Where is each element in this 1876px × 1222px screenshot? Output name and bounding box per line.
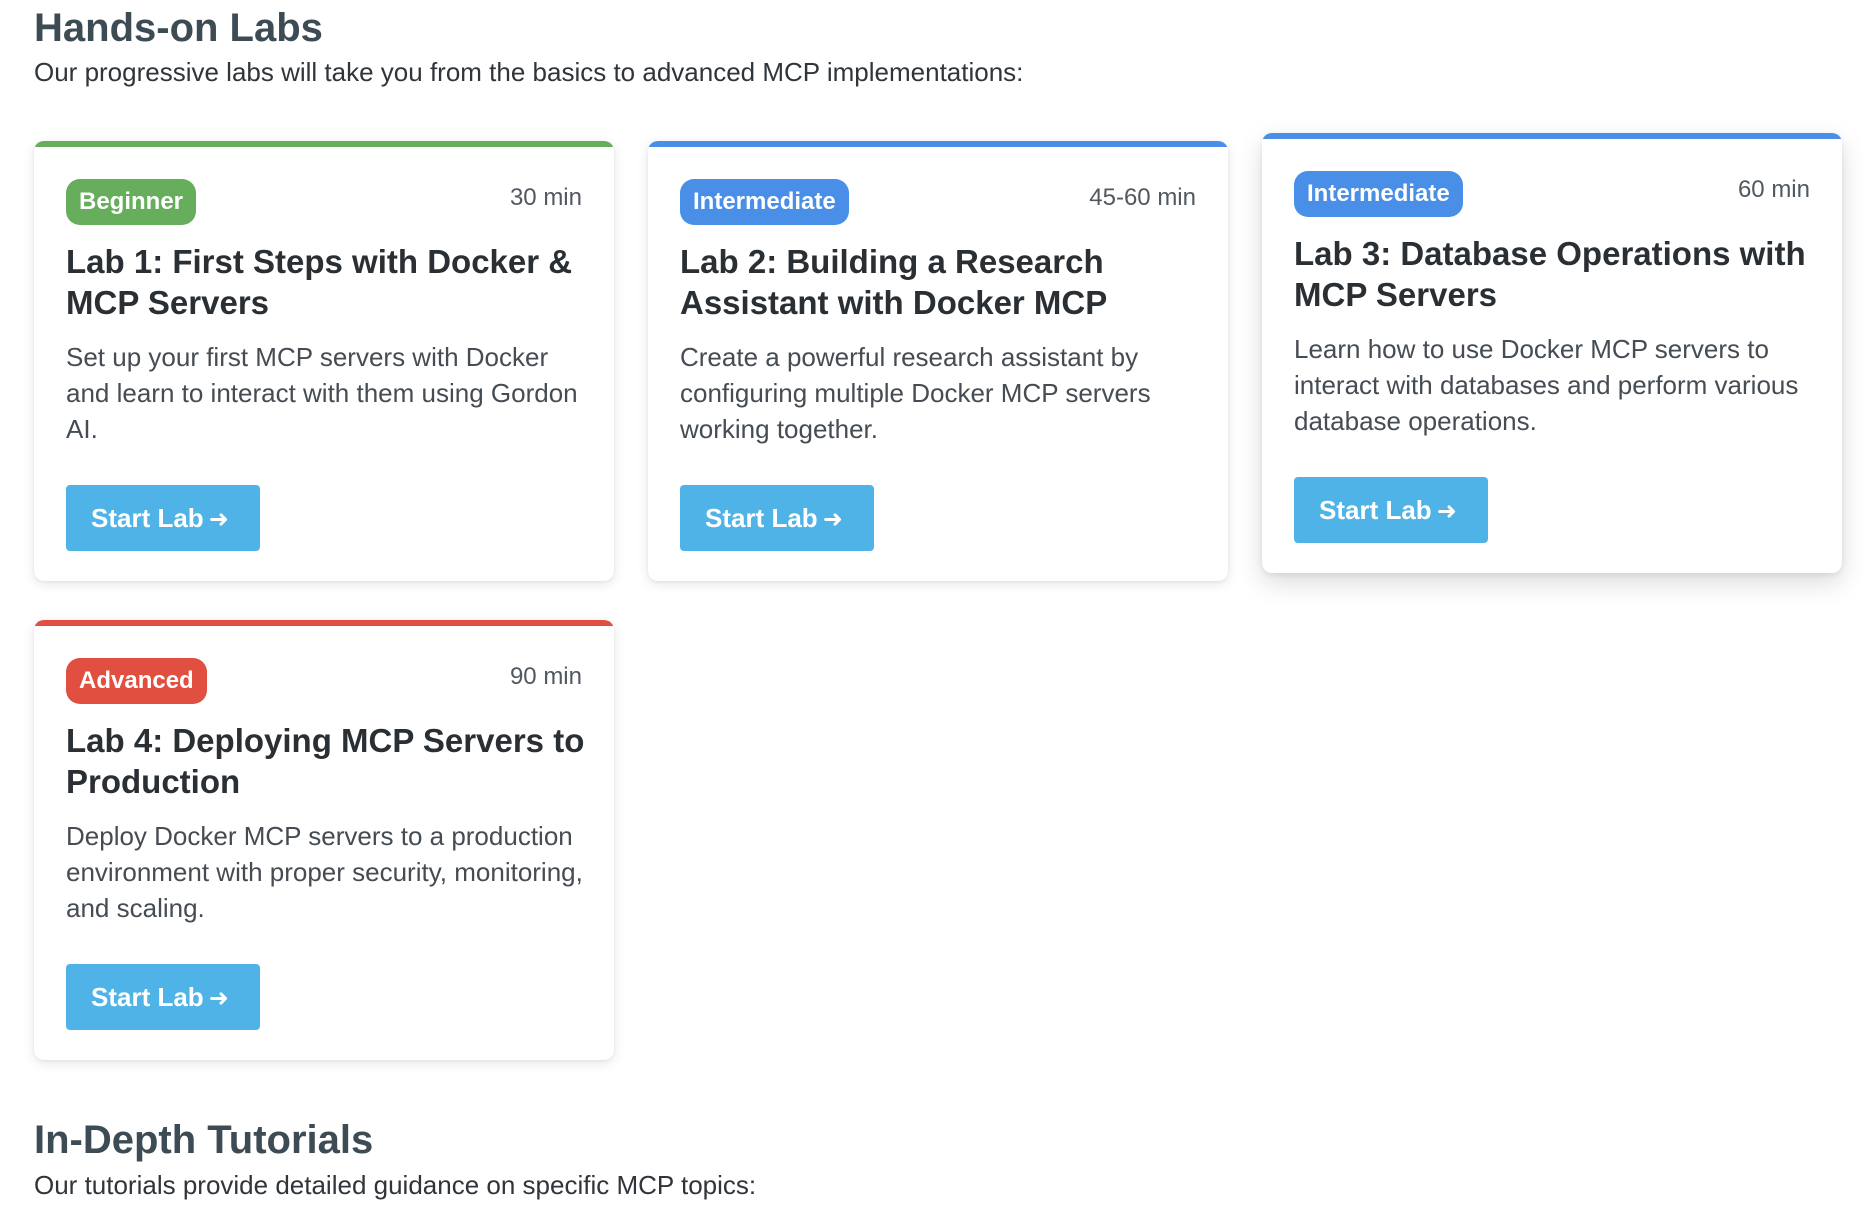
lab-title: Lab 3: Database Operations with MCP Serv… xyxy=(1294,235,1806,313)
start-lab-label: Start Lab xyxy=(91,502,204,533)
start-lab-button[interactable]: Start Lab ➜ xyxy=(66,485,260,551)
start-lab-label: Start Lab xyxy=(91,981,204,1012)
start-lab-label: Start Lab xyxy=(1319,494,1432,525)
level-badge: Advanced xyxy=(66,658,207,704)
lab-card-accent-bar xyxy=(648,141,1228,147)
labs-section-title: Hands-on Labs xyxy=(34,6,323,50)
arrow-right-icon: ➜ xyxy=(1436,496,1457,525)
lab-duration: 60 min xyxy=(1737,176,1810,203)
lab-card-4: Advanced 90 min Lab 4: Deploying MCP Ser… xyxy=(34,620,614,1060)
tutorials-section-title: In-Depth Tutorials xyxy=(34,1118,374,1162)
level-badge: Intermediate xyxy=(680,179,849,225)
lab-description: Deploy Docker MCP servers to a productio… xyxy=(66,821,583,923)
lab-title: Lab 2: Building a Research Assistant wit… xyxy=(680,243,1108,321)
lab-duration: 30 min xyxy=(509,184,582,211)
lab-title: Lab 1: First Steps with Docker & MCP Ser… xyxy=(66,243,573,321)
lab-description: Set up your first MCP servers with Docke… xyxy=(66,342,578,444)
arrow-right-icon: ➜ xyxy=(822,504,843,533)
start-lab-label: Start Lab xyxy=(705,502,818,533)
start-lab-button[interactable]: Start Lab ➜ xyxy=(66,964,260,1030)
lab-description: Create a powerful research assistant by … xyxy=(680,342,1151,444)
level-badge: Intermediate xyxy=(1294,171,1463,217)
lab-card-accent-bar xyxy=(34,620,614,626)
lab-card-accent-bar xyxy=(34,141,614,147)
lab-card-3: Intermediate 60 min Lab 3: Database Oper… xyxy=(1262,133,1842,573)
lab-description: Learn how to use Docker MCP servers to i… xyxy=(1294,334,1799,436)
lab-title: Lab 4: Deploying MCP Servers to Producti… xyxy=(66,722,585,800)
start-lab-button[interactable]: Start Lab ➜ xyxy=(1294,477,1488,543)
start-lab-button[interactable]: Start Lab ➜ xyxy=(680,485,874,551)
tutorials-section-description: Our tutorials provide detailed guidance … xyxy=(34,1170,757,1200)
lab-card-2: Intermediate 45-60 min Lab 2: Building a… xyxy=(648,141,1228,581)
lab-card-1: Beginner 30 min Lab 1: First Steps with … xyxy=(34,141,614,581)
arrow-right-icon: ➜ xyxy=(208,504,229,533)
labs-section-description: Our progressive labs will take you from … xyxy=(34,57,1024,87)
arrow-right-icon: ➜ xyxy=(208,983,229,1012)
level-badge: Beginner xyxy=(66,179,197,225)
lab-card-accent-bar xyxy=(1262,133,1842,139)
lab-duration: 45-60 min xyxy=(1089,184,1196,211)
lab-duration: 90 min xyxy=(509,663,582,690)
